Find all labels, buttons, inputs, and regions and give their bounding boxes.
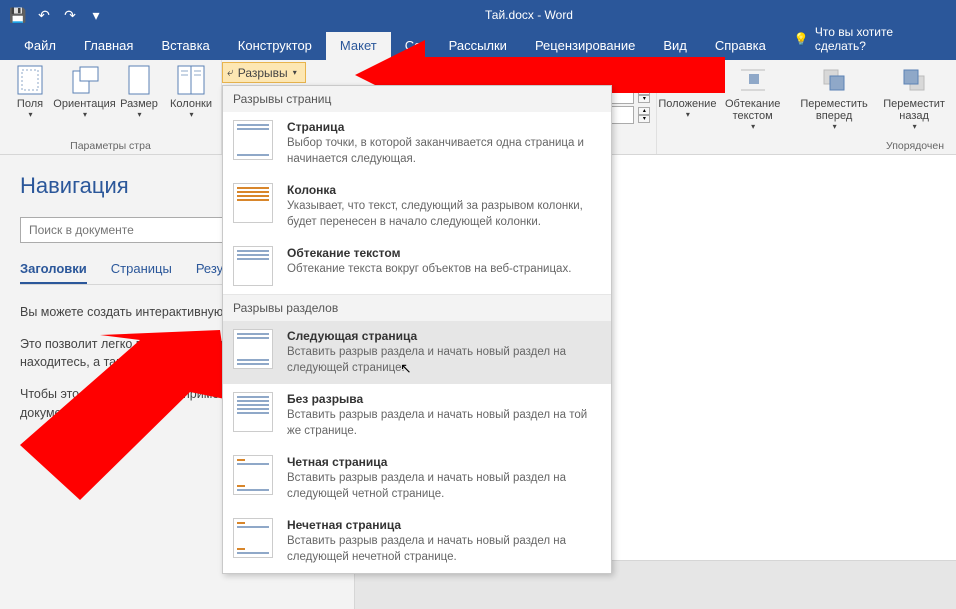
bring-forward-label: Переместить вперед	[798, 98, 870, 122]
odd-page-break-icon	[233, 518, 273, 558]
tab-mailings[interactable]: Рассылки	[435, 32, 521, 60]
tab-help[interactable]: Справка	[701, 32, 780, 60]
group-arrange: Положение▾ Обтекание текстом▾ Переместит…	[657, 60, 956, 154]
orientation-button[interactable]: Ориентация▾	[58, 62, 111, 121]
size-button[interactable]: Размер▾	[115, 62, 163, 121]
margins-label: Поля	[17, 98, 43, 110]
dd-item-odd-page[interactable]: Нечетная страница Вставить разрыв раздела…	[223, 510, 611, 573]
orientation-label: Ориентация	[53, 98, 115, 110]
size-label: Размер	[120, 98, 158, 110]
dd-header-page-breaks: Разрывы страниц	[223, 86, 611, 112]
dd-title: Обтекание текстом	[287, 246, 601, 260]
dd-header-section-breaks: Разрывы разделов	[223, 295, 611, 321]
send-backward-button[interactable]: Переместит назад▾	[878, 62, 950, 133]
text-wrap-break-icon	[233, 246, 273, 286]
bring-forward-button[interactable]: Переместить вперед▾	[794, 62, 874, 133]
tab-review[interactable]: Рецензирование	[521, 32, 649, 60]
dd-title: Страница	[287, 120, 601, 134]
continuous-break-icon	[233, 392, 273, 432]
nav-tab-headings[interactable]: Заголовки	[20, 261, 87, 284]
wrap-text-label: Обтекание текстом	[719, 98, 786, 122]
dd-desc: Вставить разрыв раздела и начать новый р…	[287, 471, 601, 502]
dd-desc: Указывает, что текст, следующий за разры…	[287, 199, 601, 230]
tab-home[interactable]: Главная	[70, 32, 147, 60]
tab-layout[interactable]: Макет	[326, 32, 391, 60]
column-break-icon	[233, 183, 273, 223]
dd-desc: Вставить разрыв раздела и начать новый р…	[287, 408, 601, 439]
mouse-cursor-icon: ↖	[400, 360, 412, 377]
even-page-break-icon	[233, 455, 273, 495]
dd-title: Колонка	[287, 183, 601, 197]
next-page-break-icon	[233, 329, 273, 369]
dd-item-even-page[interactable]: Четная страница Вставить разрыв раздела и…	[223, 447, 611, 510]
lightbulb-icon: 💡	[794, 32, 809, 46]
margins-button[interactable]: Поля▾	[6, 62, 54, 121]
position-icon	[671, 64, 703, 96]
spin-down-icon[interactable]: ▾	[638, 115, 650, 123]
dd-desc: Вставить разрыв раздела и начать новый р…	[287, 534, 601, 565]
tab-insert[interactable]: Вставка	[147, 32, 223, 60]
dd-item-continuous[interactable]: Без разрыва Вставить разрыв раздела и нач…	[223, 384, 611, 447]
wrap-text-icon	[737, 64, 769, 96]
breaks-dropdown: Разрывы страниц Страница Выбор точки, в к…	[222, 85, 612, 574]
page-setup-group-label: Параметры стра	[6, 138, 215, 154]
dd-item-page[interactable]: Страница Выбор точки, в которой заканчива…	[223, 112, 611, 175]
dd-desc: Вставить разрыв раздела и начать новый р…	[287, 345, 601, 376]
group-page-setup: Поля▾ Ориентация▾ Размер▾ Колонки▾ Парам…	[0, 60, 222, 154]
margins-icon	[14, 64, 46, 96]
position-button[interactable]: Положение▾	[663, 62, 711, 133]
send-backward-icon	[898, 64, 930, 96]
spin-down-icon[interactable]: ▾	[638, 95, 650, 103]
nav-tab-pages[interactable]: Страницы	[111, 261, 172, 284]
save-button[interactable]: 💾	[6, 4, 30, 26]
dd-item-text-wrapping[interactable]: Обтекание текстом Обтекание текста вокруг…	[223, 238, 611, 294]
breaks-label: Разрывы	[238, 66, 288, 80]
dd-title: Нечетная страница	[287, 518, 601, 532]
chevron-down-icon: ▾	[293, 68, 297, 77]
wrap-text-button[interactable]: Обтекание текстом▾	[715, 62, 790, 133]
redo-button[interactable]: ↷	[58, 4, 82, 26]
dd-title: Следующая страница	[287, 329, 601, 343]
dd-item-next-page[interactable]: Следующая страница Вставить разрыв раздел…	[223, 321, 611, 384]
orientation-icon	[69, 64, 101, 96]
arrange-group-label: Упорядочен	[663, 138, 950, 154]
qat-customize-icon[interactable]: ▾	[84, 4, 108, 26]
dd-desc: Выбор точки, в которой заканчивается одн…	[287, 136, 601, 167]
columns-label: Колонки	[170, 98, 212, 110]
breaks-icon: ⤶	[227, 65, 234, 80]
tab-file[interactable]: Файл	[10, 32, 70, 60]
undo-button[interactable]: ↶	[32, 4, 56, 26]
page-break-icon	[233, 120, 273, 160]
dd-desc: Обтекание текста вокруг объектов на веб-…	[287, 262, 601, 278]
dd-item-column[interactable]: Колонка Указывает, что текст, следующий з…	[223, 175, 611, 238]
position-label: Положение	[658, 98, 716, 110]
dd-title: Без разрыва	[287, 392, 601, 406]
spin-up-icon[interactable]: ▴	[638, 87, 650, 95]
tab-references[interactable]: Сс	[391, 32, 435, 60]
tell-me-search[interactable]: 💡 Что вы хотите сделать?	[780, 19, 956, 60]
columns-button[interactable]: Колонки▾	[167, 62, 215, 121]
tab-view[interactable]: Вид	[649, 32, 701, 60]
breaks-button[interactable]: ⤶ Разрывы ▾	[222, 62, 306, 83]
quick-access-toolbar: 💾 ↶ ↷ ▾	[6, 4, 108, 26]
spin-up-icon[interactable]: ▴	[638, 107, 650, 115]
columns-icon	[175, 64, 207, 96]
size-icon	[123, 64, 155, 96]
bring-forward-icon	[818, 64, 850, 96]
tell-me-label: Что вы хотите сделать?	[815, 25, 942, 53]
dd-title: Четная страница	[287, 455, 601, 469]
tab-design[interactable]: Конструктор	[224, 32, 326, 60]
send-backward-label: Переместит назад	[882, 98, 946, 122]
ribbon-tabs: Файл Главная Вставка Конструктор Макет С…	[0, 30, 956, 60]
